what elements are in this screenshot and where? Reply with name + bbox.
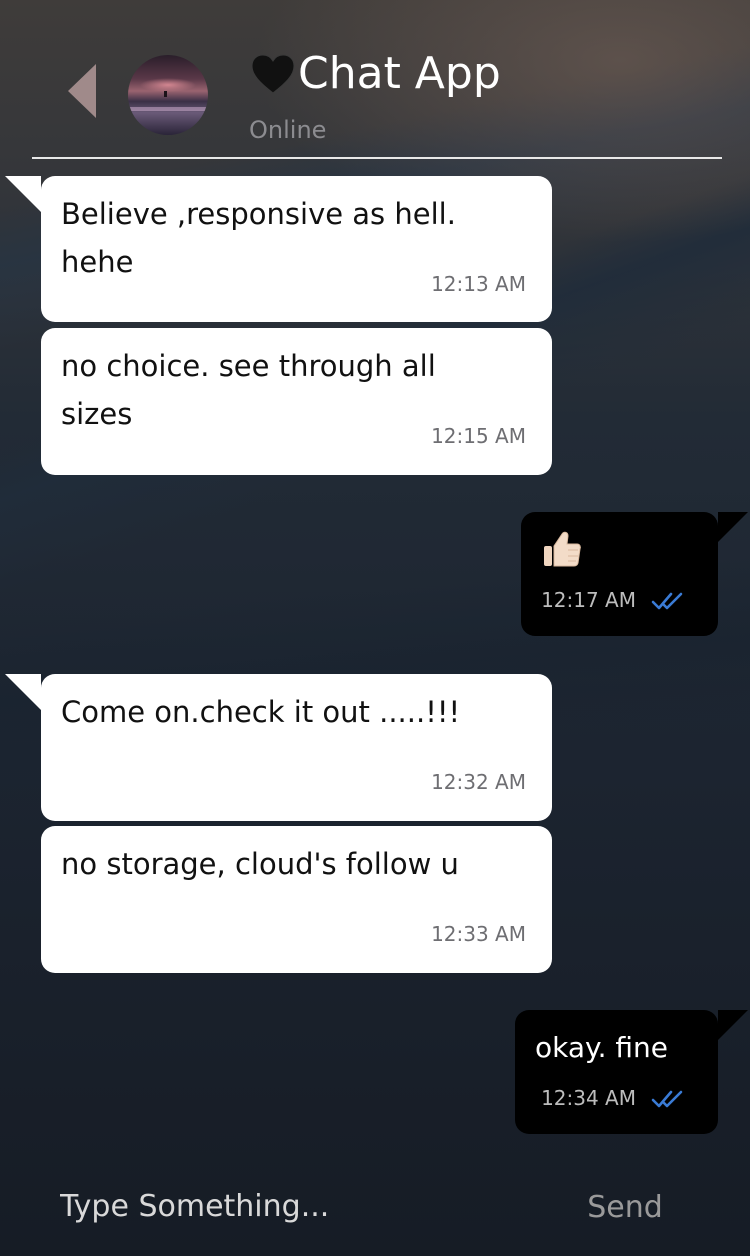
header-divider bbox=[32, 157, 722, 159]
message-time: 12:33 AM bbox=[431, 922, 526, 946]
page-title: Chat App bbox=[250, 48, 501, 99]
message-input[interactable] bbox=[60, 1178, 500, 1234]
avatar[interactable] bbox=[128, 55, 208, 135]
message-time: 12:15 AM bbox=[431, 424, 526, 448]
back-button[interactable] bbox=[64, 62, 98, 120]
chevron-left-icon bbox=[68, 64, 96, 118]
message-time: 12:13 AM bbox=[431, 272, 526, 296]
message-bubble-incoming[interactable]: no choice. see through all sizes 12:15 A… bbox=[41, 328, 552, 475]
message-text: okay. fine bbox=[535, 1031, 668, 1064]
message-text: no storage, cloud's follow u bbox=[61, 847, 459, 881]
message-time: 12:32 AM bbox=[431, 770, 526, 794]
message-time: 12:34 AM bbox=[541, 1086, 636, 1110]
double-check-icon bbox=[651, 590, 685, 612]
message-bubble-incoming[interactable]: no storage, cloud's follow u 12:33 AM bbox=[41, 826, 552, 973]
avatar-horizon bbox=[128, 107, 208, 111]
message-time: 12:17 AM bbox=[541, 588, 636, 612]
avatar-silhouette bbox=[164, 91, 167, 97]
message-text: Come on.check it out .....!!! bbox=[61, 695, 461, 729]
chat-title-text: Chat App bbox=[298, 48, 501, 99]
chat-screen: Chat App Online Believe ,responsive as h… bbox=[0, 0, 750, 1256]
send-button[interactable]: Send bbox=[560, 1180, 690, 1234]
double-check-icon bbox=[651, 1088, 685, 1110]
message-bubble-outgoing[interactable]: okay. fine 12:34 AM bbox=[515, 1010, 748, 1134]
online-status: Online bbox=[249, 116, 327, 144]
message-bubble-incoming[interactable]: Believe ,responsive as hell. hehe 12:13 … bbox=[5, 176, 552, 322]
black-heart-icon bbox=[250, 53, 296, 95]
message-bubble-outgoing[interactable]: 12:17 AM bbox=[521, 512, 748, 636]
message-bubble-incoming[interactable]: Come on.check it out .....!!! 12:32 AM bbox=[5, 674, 552, 821]
thumbs-up-icon bbox=[541, 528, 583, 570]
